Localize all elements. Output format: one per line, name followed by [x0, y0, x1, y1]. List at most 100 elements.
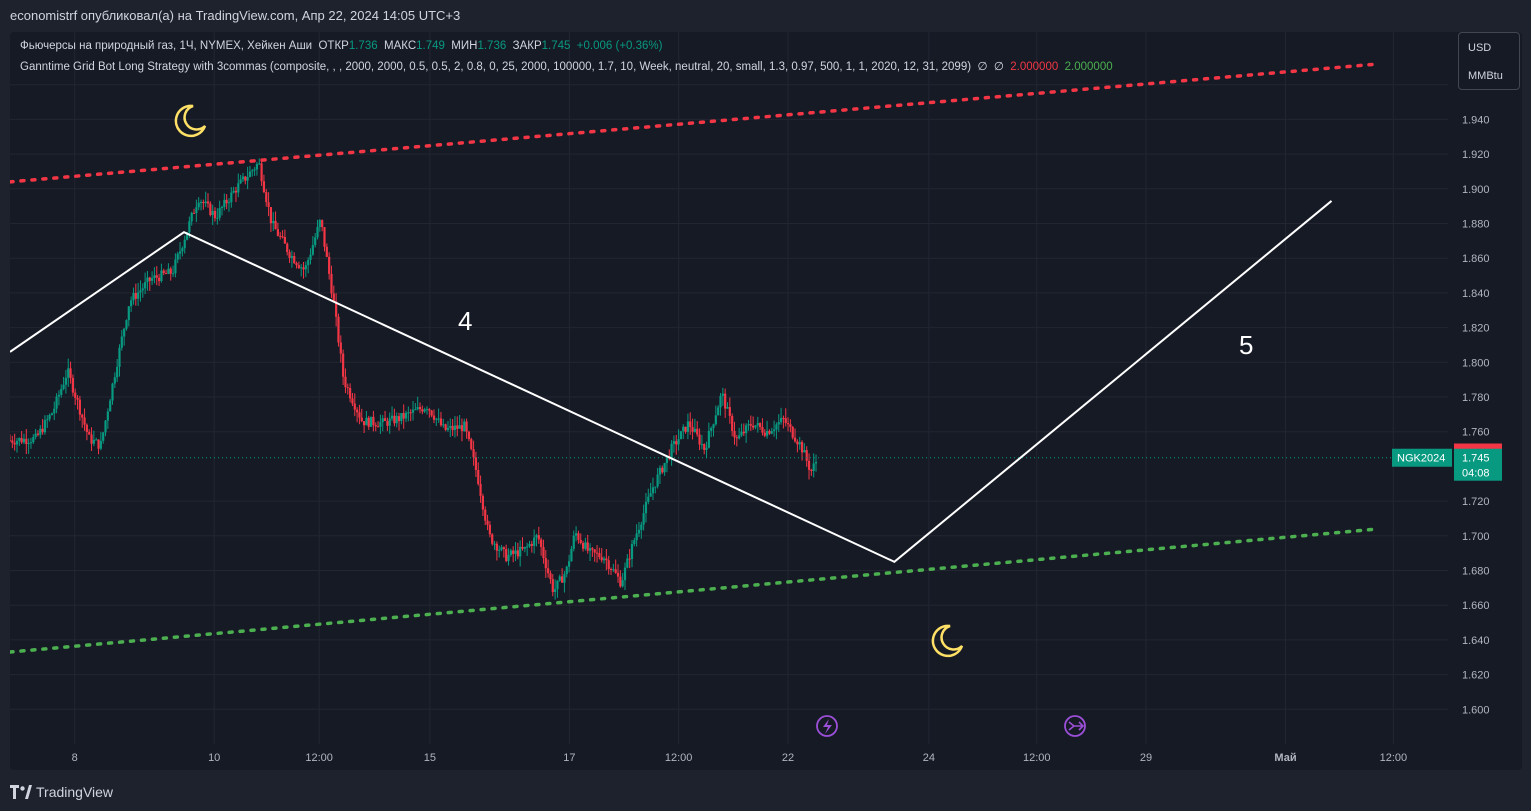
candle-body — [779, 417, 783, 423]
candle-body — [15, 440, 19, 445]
price-tick-label: 1.780 — [1462, 392, 1490, 404]
candle-body — [304, 265, 307, 270]
candle-body — [379, 422, 382, 427]
candle-body — [216, 217, 219, 219]
candle-body — [230, 192, 233, 203]
price-axis[interactable]: 1.9601.9401.9201.9001.8801.8601.8401.820… — [1392, 80, 1502, 717]
candle-body — [365, 417, 368, 426]
candle-body — [409, 412, 412, 414]
candle-body — [95, 439, 98, 441]
candle-body — [76, 397, 79, 400]
candle-body — [526, 546, 529, 548]
wave-label-5: 5 — [1239, 330, 1253, 360]
candle-body — [507, 554, 510, 562]
currency-unit-selector[interactable]: USD MMBtu — [1458, 32, 1520, 90]
candle-body — [472, 449, 475, 458]
candle-body — [766, 430, 769, 436]
candle-body — [756, 423, 759, 426]
candle-body — [25, 438, 28, 444]
candle-body — [67, 368, 70, 378]
candle-body — [675, 441, 678, 445]
candle-body — [372, 416, 375, 426]
price-tick-label: 1.700 — [1462, 531, 1490, 543]
candle-body — [528, 543, 531, 547]
candle-body — [470, 439, 473, 450]
tradingview-logo-icon[interactable] — [10, 785, 32, 799]
price-tick-label: 1.920 — [1462, 149, 1490, 161]
candle-body — [174, 259, 177, 274]
legend-high-label: МАКС — [384, 40, 417, 52]
candle-body — [267, 202, 270, 208]
split-glyph — [1068, 721, 1085, 731]
candle-body — [160, 270, 163, 282]
legend-low-label: МИН — [451, 40, 478, 52]
candle-body — [726, 407, 729, 409]
time-axis[interactable]: 8 10 12:00 15 17 12:00 22 24 12:00 29 Май 12:00 — [72, 752, 1407, 764]
price-tick-label: 1.900 — [1462, 184, 1490, 196]
legend-strategy-value-2: 2.000000 — [1064, 61, 1113, 73]
wave-path — [10, 200, 1333, 563]
candle-body — [521, 546, 524, 549]
candle-body — [90, 434, 93, 444]
candle-body — [777, 422, 780, 425]
candle-body — [491, 534, 494, 544]
candle-body — [88, 431, 91, 435]
candle-body — [735, 437, 738, 439]
candle-body — [139, 290, 142, 293]
candle-body — [654, 486, 657, 488]
candle-body — [558, 576, 561, 581]
candle-body — [283, 236, 286, 244]
candle-body — [423, 409, 426, 412]
candle-body — [206, 201, 210, 204]
elliott-wave: 45 — [10, 200, 1333, 563]
candle-body — [227, 202, 231, 204]
candle-body — [428, 409, 431, 411]
candle-body — [178, 251, 182, 254]
support-line — [10, 527, 1381, 654]
candle-body — [770, 431, 773, 434]
candle-body — [260, 163, 263, 182]
legend-strategy-row: Ganntime Grid Bot Long Strategy with 3co… — [20, 59, 1113, 73]
candle-body — [691, 427, 694, 432]
candle-body — [614, 569, 617, 573]
currency-label[interactable]: USD — [1468, 42, 1491, 54]
candle-body — [36, 433, 40, 435]
candle-body — [446, 427, 450, 430]
candle-body — [805, 450, 808, 461]
candle-body — [397, 416, 401, 422]
candle-body — [71, 377, 74, 393]
candle-body — [437, 418, 440, 420]
candle-body — [581, 542, 585, 549]
candle-body — [442, 424, 445, 426]
candle-body — [672, 441, 676, 444]
candle-body — [640, 524, 643, 530]
wave-label-4: 4 — [458, 306, 472, 336]
candle-body — [742, 431, 745, 434]
candle-body — [635, 533, 638, 541]
candle-body — [213, 210, 217, 219]
candle-body — [505, 548, 508, 562]
event-split-icon — [1064, 715, 1086, 737]
candle-body — [460, 425, 464, 432]
candle-body — [544, 558, 547, 569]
candle-body — [125, 320, 128, 329]
chart-panel[interactable]: 45 1.9601.9401.9201.9001.8801.8601.8401.… — [10, 32, 1522, 770]
candle-body — [502, 547, 505, 549]
unit-label[interactable]: MMBtu — [1468, 70, 1503, 82]
price-chart[interactable]: 45 1.9601.9401.9201.9001.8801.8601.8401.… — [10, 32, 1522, 770]
candle-body — [556, 580, 559, 590]
candle-body — [323, 227, 326, 247]
candle-body — [658, 467, 662, 475]
candle-body — [430, 410, 433, 416]
candle-body — [761, 426, 764, 433]
candle-body — [796, 441, 799, 445]
candle-body — [749, 424, 752, 426]
legend-symbol-row: Фьючерсы на природный газ, 1Ч, NYMEX, Хе… — [20, 40, 662, 52]
candle-body — [132, 293, 135, 301]
time-tick-label: 12:00 — [1380, 752, 1408, 764]
candle-body — [712, 424, 715, 429]
candle-body — [561, 576, 564, 583]
candle-body — [619, 576, 622, 587]
candle-body — [514, 550, 517, 554]
candle-body — [50, 413, 54, 415]
